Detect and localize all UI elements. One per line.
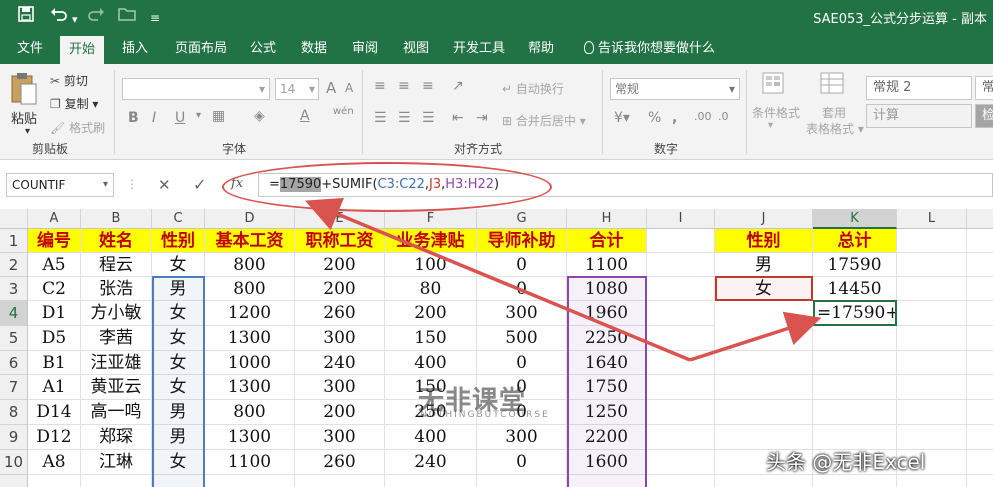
source-credit: 头条 @无非Excel [766, 450, 926, 474]
watermark-subtitle: NOTHINGBUTCOURSE [420, 410, 550, 420]
